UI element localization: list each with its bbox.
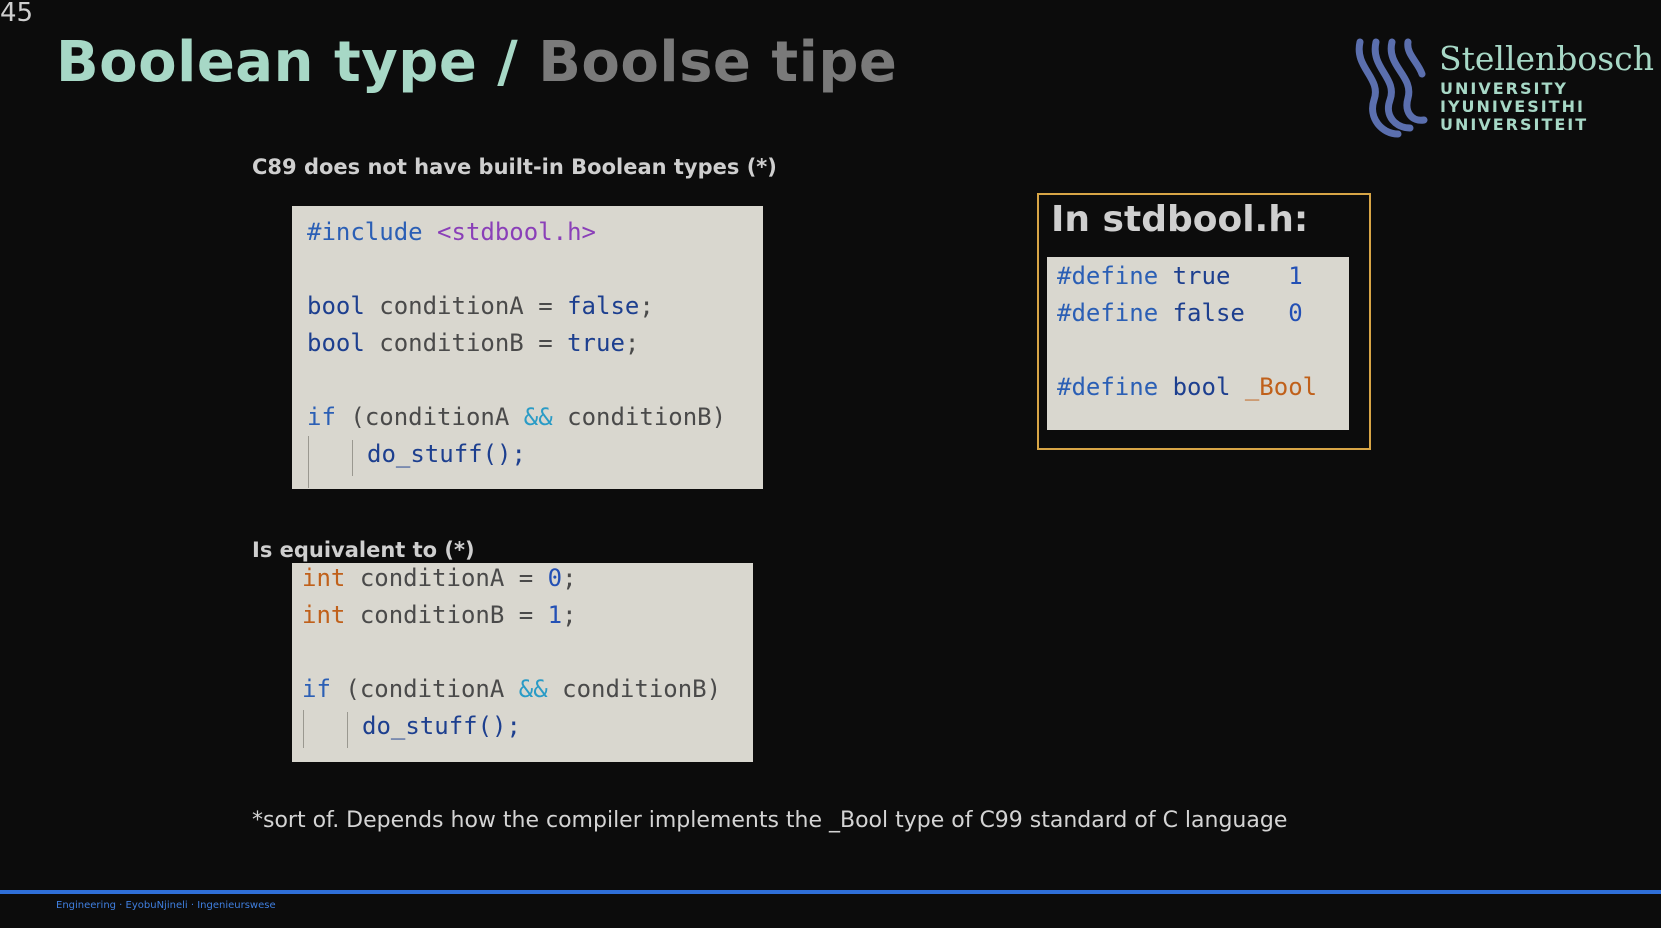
code-token: ( — [345, 675, 360, 703]
code-line: do_stuff(); — [362, 712, 521, 740]
code-token: conditionA — [364, 403, 510, 431]
code-line: int conditionB = 1; — [302, 597, 577, 634]
code-token: = — [518, 601, 534, 629]
code-line: if (conditionA && conditionB) — [307, 399, 726, 436]
code-token: ; — [624, 329, 640, 357]
page-title: Boolean type / Boolse tipe — [56, 28, 897, 98]
code-token: #define — [1057, 299, 1159, 327]
code-token: conditionB — [359, 601, 505, 629]
code-token: && — [523, 403, 553, 431]
code-block-stdbool: #include <stdbool.h> bool conditionA = f… — [292, 206, 763, 489]
code-token: 0 — [1288, 299, 1303, 327]
code-token: true — [567, 329, 625, 357]
code-token: conditionB — [379, 329, 524, 357]
indent-guide — [303, 710, 304, 748]
code-block-defines: #define true 1 #define false 0 #define b… — [1047, 257, 1349, 430]
code-block-int: int conditionA = 0; int conditionB = 1; … — [292, 563, 753, 762]
code-token: conditionB — [562, 675, 707, 703]
code-line: bool conditionB = true; — [307, 325, 639, 362]
code-token: 0 — [547, 564, 563, 592]
code-token: bool — [1172, 373, 1231, 401]
code-line: if (conditionA && conditionB) — [302, 671, 721, 708]
university-logo: Stellenbosch UNIVERSITY IYUNIVESITHI UNI… — [1352, 38, 1654, 138]
code-token: _Bool — [1244, 373, 1318, 401]
slide-number: 45 — [0, 0, 34, 28]
code-token: && — [518, 675, 548, 703]
indent-guide — [347, 712, 348, 748]
code-token: #define — [1057, 262, 1159, 290]
code-token: false — [567, 292, 640, 320]
code-line: bool conditionA = false; — [307, 288, 654, 325]
code-token: int — [302, 564, 346, 592]
code-token: conditionB — [567, 403, 712, 431]
code-line: #define false 0 — [1057, 295, 1303, 332]
code-line: int conditionA = 0; — [302, 560, 577, 597]
c89-label: C89 does not have built-in Boolean types… — [252, 155, 777, 179]
code-token: = — [538, 329, 553, 357]
footer-text: Engineering · EyobuNjineli · Ingenieursw… — [56, 900, 276, 911]
code-token: ; — [639, 292, 654, 320]
code-token: true — [1172, 262, 1231, 290]
code-token: ; — [562, 601, 577, 629]
logo-wordmark: Stellenbosch — [1439, 39, 1654, 78]
code-token: conditionA — [359, 564, 505, 592]
logo-line-2: IYUNIVESITHI — [1440, 97, 1585, 116]
university-crest-icon — [1355, 38, 1428, 138]
code-line: #define true 1 — [1057, 258, 1303, 295]
title-separator: / — [497, 30, 519, 95]
code-token: #include — [307, 218, 423, 246]
code-line: do_stuff(); — [367, 440, 526, 468]
code-token: = — [538, 292, 553, 320]
code-token: if — [302, 675, 331, 703]
code-token: #define — [1057, 373, 1159, 401]
code-token: ) — [706, 675, 722, 703]
stdbool-heading: In stdbool.h: — [1051, 199, 1309, 240]
code-token: ; — [562, 564, 577, 592]
code-token: int — [302, 601, 346, 629]
code-token: conditionA — [379, 292, 524, 320]
indent-guide — [308, 436, 309, 488]
logo-line-1: UNIVERSITY — [1440, 79, 1568, 98]
code-token: = — [518, 564, 534, 592]
code-token: ( — [350, 403, 365, 431]
code-line: #include <stdbool.h> — [307, 214, 596, 251]
code-line: #define bool _Bool — [1057, 369, 1317, 406]
code-token: false — [1172, 299, 1245, 327]
footer-divider — [0, 890, 1661, 894]
code-token: 1 — [547, 601, 563, 629]
code-token: bool — [307, 329, 365, 357]
code-token: 1 — [1288, 262, 1303, 290]
indent-guide — [352, 440, 353, 476]
code-token: conditionA — [359, 675, 505, 703]
code-token: ) — [711, 403, 727, 431]
code-token: bool — [307, 292, 365, 320]
stdbool-box: In stdbool.h: #define true 1 #define fal… — [1037, 193, 1371, 450]
logo-line-3: UNIVERSITEIT — [1440, 115, 1589, 134]
title-afrikaans: Boolse tipe — [538, 30, 898, 95]
title-english: Boolean type — [56, 30, 478, 95]
code-token: if — [307, 403, 336, 431]
code-token: <stdbool.h> — [437, 218, 596, 246]
footnote: *sort of. Depends how the compiler imple… — [252, 808, 1288, 833]
equivalent-label: Is equivalent to (*) — [252, 538, 475, 562]
